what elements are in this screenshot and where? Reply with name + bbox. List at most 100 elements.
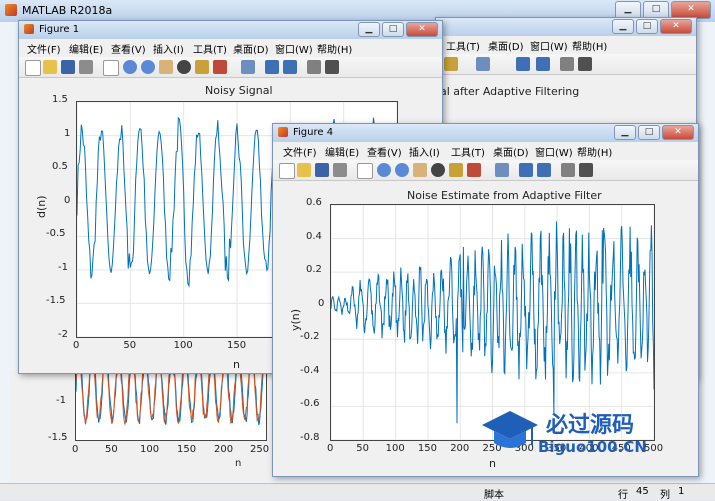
rotate-icon[interactable] [177,60,191,74]
figure1-ylabel: d(n) [35,195,48,218]
x-tick-label: 150 [417,443,437,454]
back-xtick: 50 [105,444,118,455]
menu-window[interactable]: 窗口(W) [275,41,313,56]
brush-icon[interactable] [213,60,227,74]
zoom-in-icon[interactable] [123,60,137,74]
y-tick-label: 1.5 [52,94,68,105]
menu-help[interactable]: 帮助(H) [572,38,607,53]
menu-insert[interactable]: 插入(I) [153,41,184,56]
menu-view[interactable]: 查看(V) [111,41,146,56]
colorbar-icon[interactable] [265,60,279,74]
new-figure-icon[interactable] [25,60,41,76]
y-tick-label: 1 [64,127,71,139]
figure-back-maximize-button[interactable]: □ [636,19,658,34]
data-cursor-icon[interactable] [449,163,463,177]
x-tick-label: 50 [356,443,370,454]
menu-desktop[interactable]: 桌面(D) [488,38,524,53]
figure1-maximize-button[interactable]: □ [382,22,404,37]
back-ytick: -1.5 [48,432,68,443]
figure4-ylabel: y(n) [289,308,302,331]
link-icon[interactable] [241,60,255,74]
status-col-label: 列 [660,490,670,501]
figure1-chart-title: Noisy Signal [205,84,273,97]
rotate-icon[interactable] [431,163,445,177]
colorbar-icon[interactable] [516,57,530,71]
menu-tools[interactable]: 工具(T) [193,41,227,56]
menu-help[interactable]: 帮助(H) [577,144,612,159]
brush-icon[interactable] [467,163,481,177]
show-plot-tools-icon[interactable] [325,60,339,74]
menu-edit[interactable]: 编辑(E) [325,144,359,159]
figure1-xlabel: n [233,358,240,371]
data-cursor-icon[interactable] [195,60,209,74]
figure4-titlebar[interactable]: Figure 4 ▁ □ ✕ [273,124,698,143]
menu-window[interactable]: 窗口(W) [530,38,568,53]
figure-back-title: al after Adaptive Filtering [440,85,580,98]
figure4-close-button[interactable]: ✕ [662,125,694,140]
y-tick-label: 0 [64,194,71,206]
figure4-minimize-button[interactable]: ▁ [614,125,636,140]
watermark-cn: 必过源码 [546,413,635,438]
link-icon[interactable] [495,163,509,177]
show-plot-tools-icon[interactable] [579,163,593,177]
menu-desktop[interactable]: 桌面(D) [233,41,269,56]
menu-window[interactable]: 窗口(W) [535,144,573,159]
menu-file[interactable]: 文件(F) [27,41,61,56]
back-signal-line-red [76,370,266,425]
colorbar-icon[interactable] [519,163,533,177]
print-icon[interactable] [333,163,347,177]
open-file-icon[interactable] [43,60,57,74]
legend-icon[interactable] [536,57,550,71]
link-icon[interactable] [476,57,490,71]
zoom-out-icon[interactable] [395,163,409,177]
zoom-in-icon[interactable] [377,163,391,177]
figure4-chart-title: Noise Estimate from Adaptive Filter [407,189,602,202]
show-plot-tools-icon[interactable] [578,57,592,71]
edit-plot-icon[interactable] [357,163,373,179]
figure1-toolbar [19,57,442,78]
back-xtick: 0 [72,444,79,455]
brush-icon[interactable] [444,57,458,71]
back-xtick: 100 [140,444,160,455]
figure-back-close-button[interactable]: ✕ [660,19,692,34]
save-icon[interactable] [61,60,75,74]
save-icon[interactable] [315,163,329,177]
x-tick-label: 0 [73,340,80,351]
legend-icon[interactable] [283,60,297,74]
figure1-minimize-button[interactable]: ▁ [358,22,380,37]
pan-icon[interactable] [413,163,427,177]
y-tick-label: -0.8 [300,432,320,443]
new-figure-icon[interactable] [279,163,295,179]
hide-plot-tools-icon[interactable] [560,57,574,71]
menu-edit[interactable]: 编辑(E) [69,41,103,56]
menu-view[interactable]: 查看(V) [367,144,402,159]
menu-insert[interactable]: 插入(I) [409,144,440,159]
menu-tools[interactable]: 工具(T) [446,38,480,53]
status-col: 1 [678,486,685,497]
print-icon[interactable] [79,60,93,74]
y-tick-label: -2 [58,329,68,340]
zoom-out-icon[interactable] [141,60,155,74]
menu-help[interactable]: 帮助(H) [317,41,352,56]
menu-file[interactable]: 文件(F) [283,144,317,159]
legend-icon[interactable] [537,163,551,177]
open-file-icon[interactable] [297,163,311,177]
back-xtick: 200 [214,444,234,455]
figure4-maximize-button[interactable]: □ [638,125,660,140]
hide-plot-tools-icon[interactable] [307,60,321,74]
menu-desktop[interactable]: 桌面(D) [493,144,529,159]
figure-back-toolbar [436,54,696,75]
x-tick-label: 50 [123,340,137,351]
figure-back-titlebar[interactable]: ▁ □ ✕ [436,18,696,37]
figure1-titlebar[interactable]: Figure 1 ▁ □ ✕ [19,21,442,40]
pan-icon[interactable] [159,60,173,74]
y-tick-label: -0.4 [300,364,320,376]
hide-plot-tools-icon[interactable] [561,163,575,177]
figure1-title: Figure 1 [39,24,80,35]
figure-back-minimize-button[interactable]: ▁ [612,19,634,34]
matlab-logo-icon [5,4,17,16]
edit-plot-icon[interactable] [103,60,119,76]
figure1-close-button[interactable]: ✕ [406,22,438,37]
back-ytick: -1 [56,395,66,406]
menu-tools[interactable]: 工具(T) [451,144,485,159]
